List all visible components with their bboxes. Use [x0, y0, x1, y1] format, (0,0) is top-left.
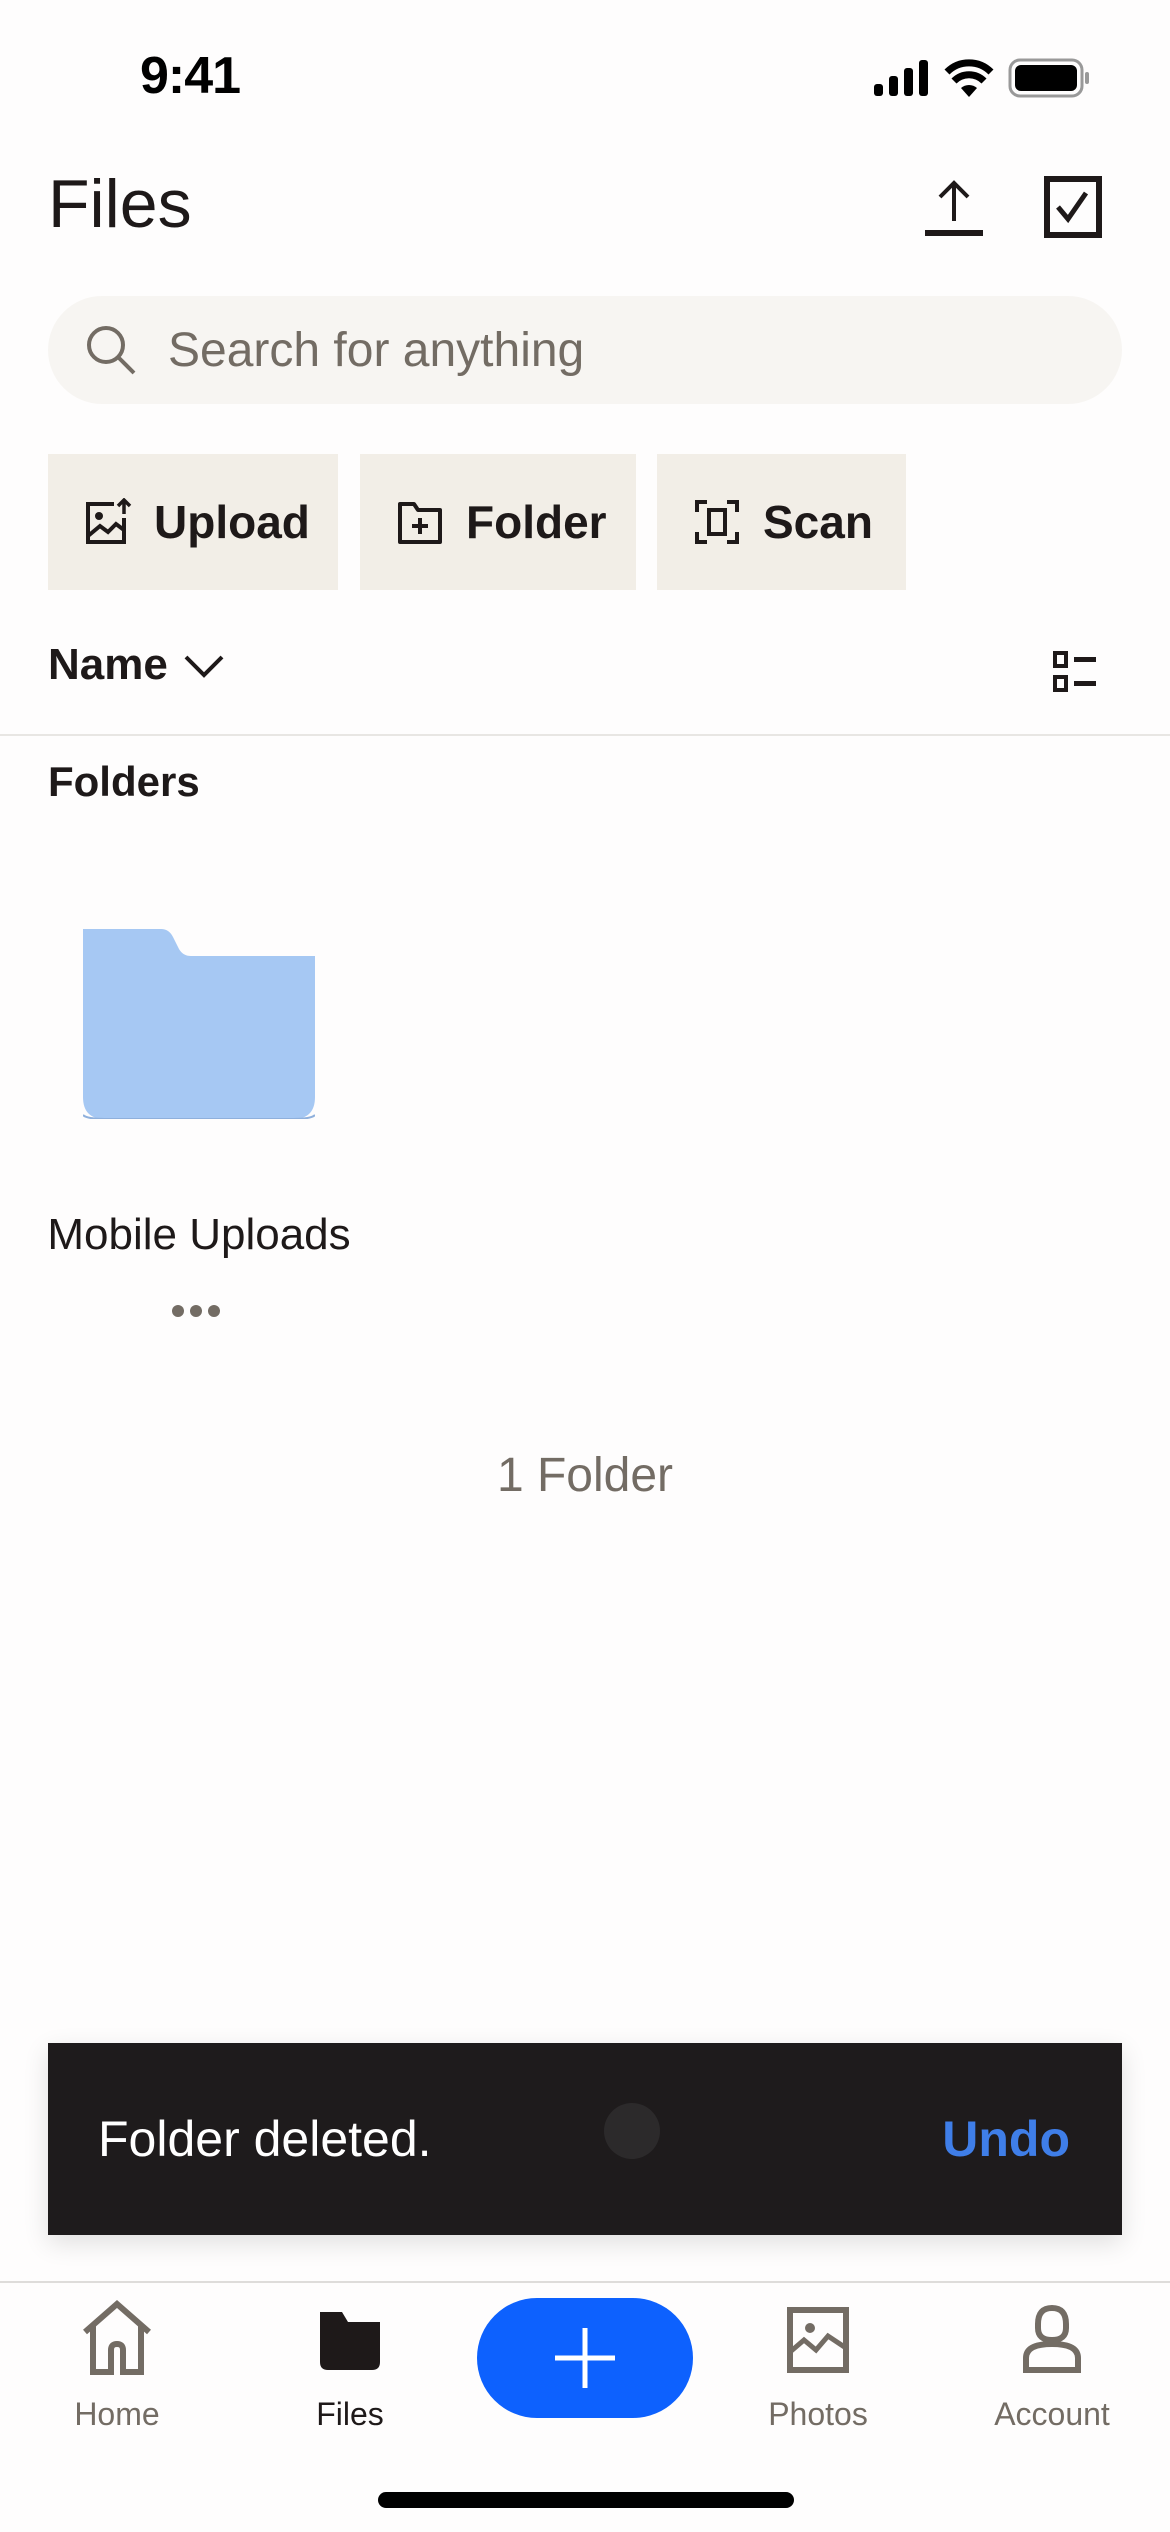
page-title: Files [48, 166, 192, 242]
plus-icon [555, 2328, 615, 2388]
more-dot-icon [208, 1305, 220, 1317]
touch-indicator [604, 2103, 660, 2159]
signal-icon [874, 60, 928, 96]
list-view-icon [1053, 651, 1096, 692]
nav-label-home: Home [74, 2396, 160, 2432]
sort-label: Name [48, 640, 168, 689]
new-folder-icon [398, 502, 442, 544]
checkbox-select-icon [1044, 176, 1102, 238]
nav-divider [0, 2281, 1170, 2283]
battery-icon [1008, 58, 1089, 98]
folder-icon [320, 2312, 380, 2370]
upload-action-label: Upload [154, 496, 310, 548]
view-toggle-button[interactable] [1052, 650, 1100, 699]
nav-label-photos: Photos [768, 2396, 868, 2432]
upload-button[interactable] [922, 175, 986, 239]
folder-more-button[interactable] [172, 1305, 220, 1317]
account-icon [1023, 2304, 1081, 2373]
nav-item-account[interactable]: Account [952, 2300, 1152, 2433]
scan-label: Scan [763, 496, 873, 548]
upload-icon [925, 180, 983, 236]
home-icon [83, 2300, 151, 2375]
nav-label-files: Files [316, 2396, 384, 2432]
more-dot-icon [172, 1305, 184, 1317]
scan-icon [695, 500, 739, 544]
item-count: 1 Folder [496, 1449, 674, 1502]
wifi-icon [944, 59, 994, 97]
create-fab-button[interactable] [477, 2298, 693, 2418]
search-bar[interactable] [48, 296, 1122, 404]
new-folder-button[interactable]: Folder [360, 454, 636, 590]
search-icon [87, 326, 136, 375]
folder-icon [83, 929, 315, 1119]
upload-action-button[interactable]: Upload [48, 454, 338, 590]
scan-button[interactable]: Scan [657, 454, 906, 590]
search-input[interactable] [166, 321, 1070, 379]
nav-item-files[interactable]: Files [250, 2300, 450, 2433]
status-time: 9:41 [140, 47, 241, 105]
select-button[interactable] [1044, 175, 1108, 239]
photos-icon [787, 2307, 849, 2373]
folder-name: Mobile Uploads [47, 1210, 351, 1259]
nav-item-home[interactable]: Home [17, 2300, 217, 2433]
new-folder-label: Folder [466, 496, 607, 548]
nav-label-account: Account [994, 2396, 1110, 2432]
section-title-folders: Folders [48, 758, 200, 805]
chevron-down-icon [184, 655, 224, 678]
divider [0, 734, 1170, 736]
upload-photo-icon [86, 498, 132, 544]
home-indicator [378, 2492, 794, 2508]
nav-item-photos[interactable]: Photos [718, 2300, 918, 2433]
more-dot-icon [190, 1305, 202, 1317]
status-icons [874, 58, 1090, 98]
sort-button[interactable]: Name [48, 640, 226, 690]
undo-button[interactable]: Undo [942, 2110, 1070, 2168]
snackbar-message: Folder deleted. [98, 2111, 432, 2167]
snackbar: Folder deleted. Undo [48, 2043, 1122, 2235]
